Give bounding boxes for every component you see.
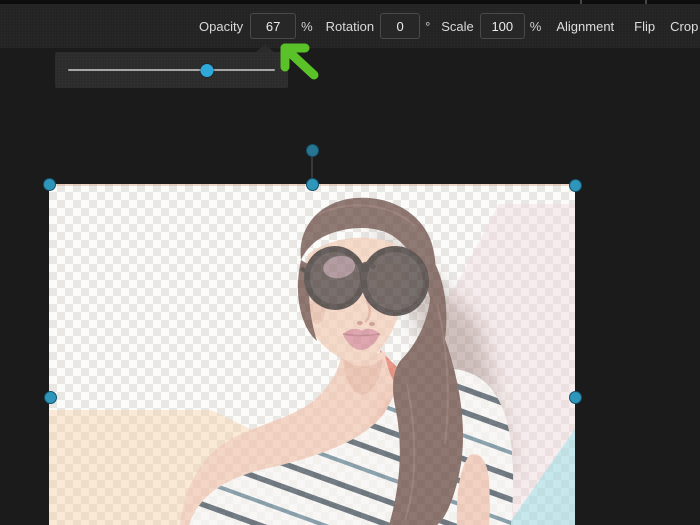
photo-woman-sunglasses: [49, 184, 575, 525]
handle-middle-left[interactable]: [44, 391, 57, 404]
handle-top-left[interactable]: [43, 178, 56, 191]
handle-middle-right[interactable]: [569, 391, 582, 404]
selected-photo-layer[interactable]: [49, 184, 575, 525]
popover-notch: [256, 44, 274, 52]
handle-top-center[interactable]: [306, 178, 319, 191]
alignment-button[interactable]: Alignment: [556, 19, 614, 34]
scale-input[interactable]: [480, 13, 525, 39]
rotation-label: Rotation: [326, 19, 374, 34]
crop-button[interactable]: Crop: [670, 19, 698, 34]
scale-unit: %: [530, 19, 542, 34]
handle-top-right[interactable]: [569, 179, 582, 192]
opacity-slider-popover: [55, 52, 288, 88]
opacity-slider-track[interactable]: [68, 69, 275, 71]
scale-label: Scale: [441, 19, 474, 34]
properties-toolbar: Opacity % Rotation ° Scale % Alignment F…: [0, 4, 700, 48]
opacity-input[interactable]: [250, 13, 296, 39]
opacity-label: Opacity: [199, 19, 243, 34]
rotation-unit: °: [425, 19, 430, 34]
green-annotation-arrow-icon: [277, 40, 323, 82]
flip-button[interactable]: Flip: [634, 19, 655, 34]
opacity-slider-thumb[interactable]: [200, 64, 213, 77]
rotation-handle[interactable]: [306, 144, 319, 157]
opacity-unit: %: [301, 19, 313, 34]
rotation-input[interactable]: [380, 13, 420, 39]
